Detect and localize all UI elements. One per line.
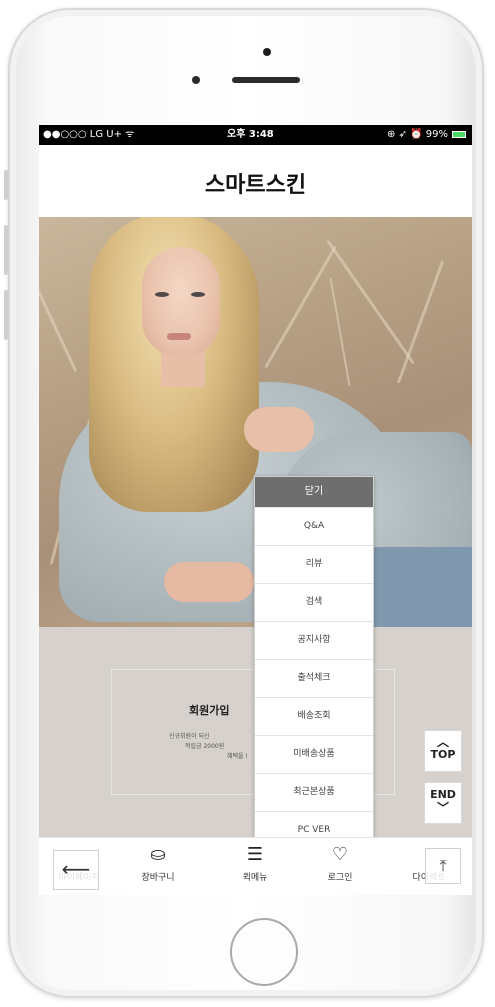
app-title[interactable]: 스마트스킨 [39,167,472,199]
nav-item-quick-menu[interactable]: ☰ 퀵메뉴 [220,844,290,883]
banner-title: 회원가입 [189,704,230,717]
model-eye-right [191,292,205,297]
banner-text: 적립금 2000원 [185,743,225,750]
arrow-left-icon: ⟵ [61,857,91,881]
menu-item-recently-viewed[interactable]: 최근본상품 [255,773,373,811]
chevron-down-icon: ﹀ [436,801,449,815]
grass-stroke [396,260,445,384]
go-top-button[interactable]: ⤒ [425,848,461,884]
phone-screen: ●●○○○ LG U+ ᯤ 오후 3:48 ⊕ ➶ ⏰ 99% 스마트스킨 회원… [39,125,472,895]
front-camera [263,48,271,56]
banner-text: 혜택을 ! [227,753,248,760]
nav-item-login[interactable]: ♡ 로그인 [305,844,375,883]
menu-icon: ☰ [246,844,264,865]
grass-stroke [329,277,351,387]
scroll-end-label: END [430,788,456,801]
volume-down-button [4,290,8,340]
nav-label: 퀵메뉴 [242,873,268,883]
model-hands [164,562,254,602]
nav-item-cart[interactable]: ⛀ 장바구니 [123,844,193,883]
model-shoulder [244,407,314,452]
menu-item-notice[interactable]: 공지사항 [255,621,373,659]
grass-stroke [326,239,415,365]
menu-item-delivery-tracking[interactable]: 배송조회 [255,697,373,735]
carrier-label: ●●○○○ LG U+ ᯤ [43,129,135,140]
scroll-top-button[interactable]: ︿ TOP [424,730,462,772]
model-face [142,247,220,357]
banner-text: 신규회원이 되신 [169,733,210,740]
chevron-up-icon: ︿ [436,735,449,749]
bottom-nav: 마이페이지 ⛀ 장바구니 ☰ 퀵메뉴 ♡ 로그인 다이렉트 ⟵ ⤒ [39,837,472,895]
mute-switch [4,170,8,200]
proximity-sensor [192,76,200,84]
menu-item-attendance[interactable]: 출석체크 [255,659,373,697]
grass-stroke [39,261,78,373]
status-icons: ⊕ ➶ ⏰ 99% [387,129,448,140]
menu-item-undelivered[interactable]: 미배송상품 [255,735,373,773]
heart-icon: ♡ [331,844,349,865]
quick-menu-popup: 닫기 Q&A 리뷰 검색 공지사항 출석체크 배송조회 미배송상품 최근본상품 … [254,476,374,850]
menu-item-review[interactable]: 리뷰 [255,545,373,583]
scroll-end-button[interactable]: END ﹀ [424,782,462,824]
nav-label: 로그인 [327,873,353,883]
scroll-top-label: TOP [430,748,456,761]
menu-item-qna[interactable]: Q&A [255,507,373,545]
bag-icon: ⛀ [150,844,166,865]
menu-close-button[interactable]: 닫기 [255,477,373,507]
clock-label: 오후 3:48 [227,129,274,140]
back-button[interactable]: ⟵ [53,850,99,890]
nav-label: 장바구니 [141,873,175,883]
app-header: 스마트스킨 [39,145,472,217]
model-eye-left [155,292,169,297]
home-button[interactable] [230,918,298,986]
volume-up-button [4,225,8,275]
model-lips [167,333,191,340]
earpiece-speaker [232,77,300,83]
grass-stroke [264,245,337,369]
battery-icon [452,131,466,138]
arrow-up-bar-icon: ⤒ [439,856,447,875]
status-bar: ●●○○○ LG U+ ᯤ 오후 3:48 ⊕ ➶ ⏰ 99% [39,125,472,145]
menu-item-search[interactable]: 검색 [255,583,373,621]
